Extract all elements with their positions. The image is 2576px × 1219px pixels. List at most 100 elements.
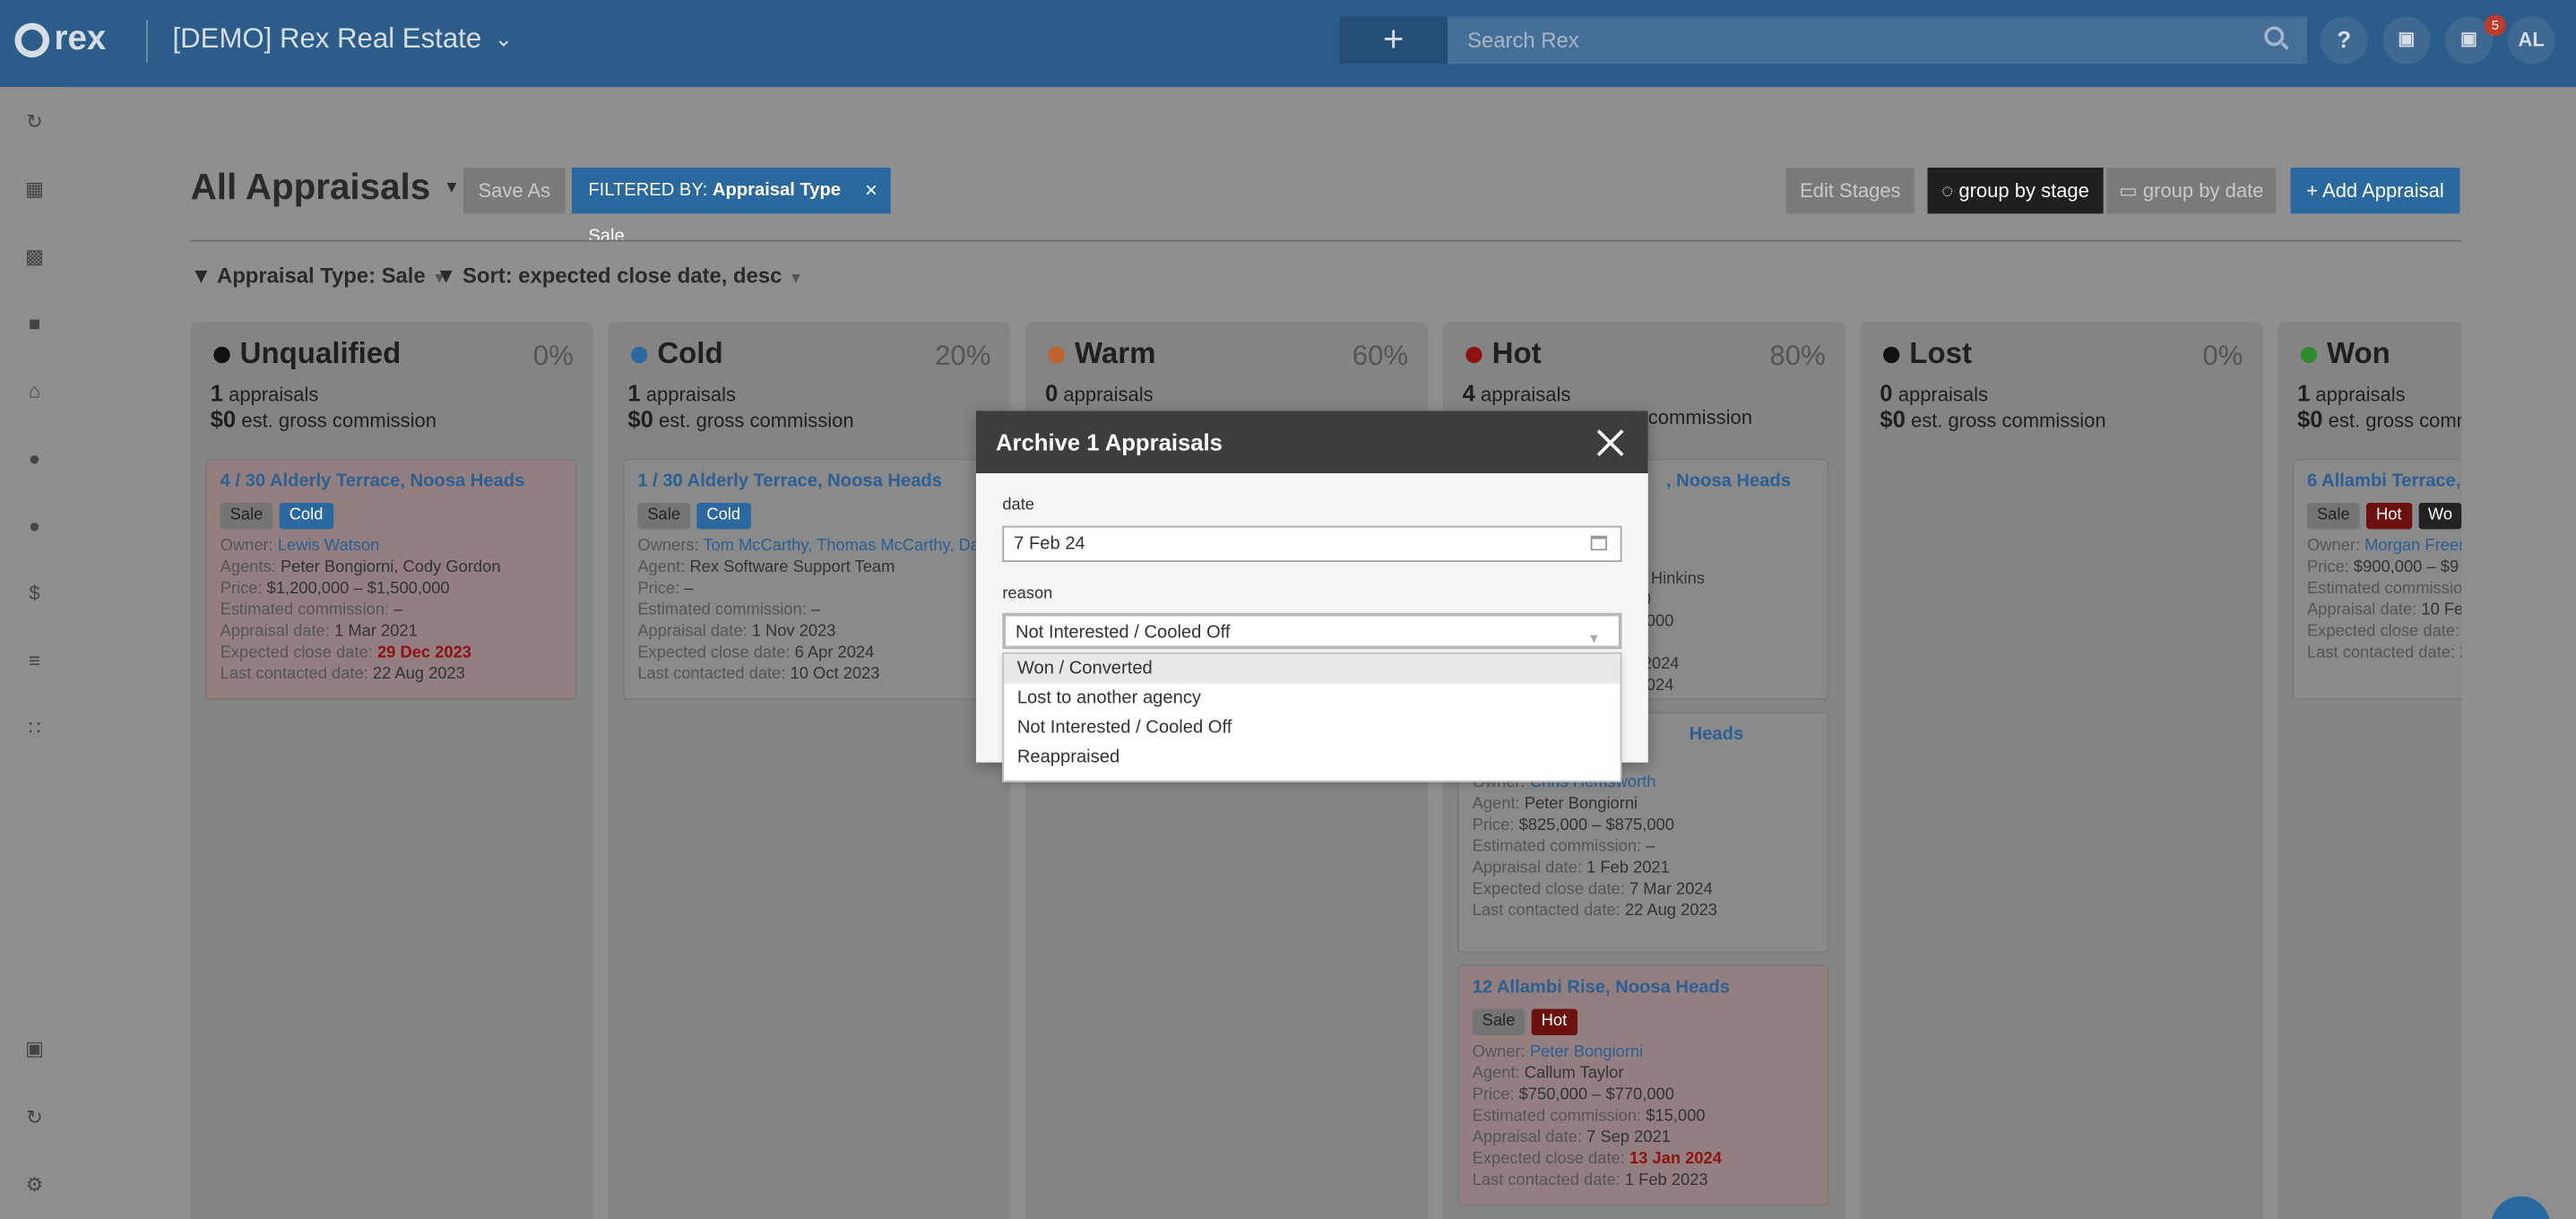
contact-date-value: 22 Aug 2023 [1624, 902, 1717, 921]
close-date-value: 29 Dec 2023 [376, 644, 471, 662]
close-date-value: 7 Mar 2024 [1629, 880, 1713, 899]
close-date-value: 6 Apr 2024 [794, 644, 875, 662]
date-field[interactable]: 7 Feb 24 [1002, 525, 1622, 562]
modal-title: Archive 1 Appraisals [995, 428, 1223, 455]
stage-dot [1465, 345, 1482, 363]
dollar-icon[interactable]: $ [23, 582, 47, 605]
save-as-button[interactable]: Save As [462, 167, 566, 214]
appraisal-date-value: 1 Feb 2021 [1586, 859, 1670, 878]
price-value: – [684, 580, 694, 599]
owner-link[interactable]: Lewis Watson [278, 537, 379, 555]
date-value: 7 Feb 24 [1014, 533, 1085, 554]
avatar[interactable]: AL [2507, 16, 2555, 65]
close-date-label: Expected close date: [1472, 1150, 1625, 1169]
chart-icon[interactable]: ▩ [23, 245, 47, 268]
appraisal-card[interactable]: 4 / 30 Alderly Terrace, Noosa Heads Sale… [205, 458, 577, 700]
edit-stages-button[interactable]: Edit Stages [1785, 167, 1915, 214]
column-count: 1 appraisals [627, 379, 736, 405]
owner-link[interactable]: Tom McCarthy, Thomas McCarthy, Da... [703, 537, 979, 555]
appraisal-card[interactable]: 12 Allambi Rise, Noosa Heads Sale Hot Own… [1457, 964, 1829, 1206]
notification-badge: 5 [2484, 14, 2506, 37]
card-address[interactable]: 4 / 30 Alderly Terrace, Noosa Heads [220, 471, 562, 493]
close-icon[interactable]: × [865, 168, 877, 213]
card-address[interactable]: 1 / 30 Alderly Terrace, Noosa Heads [637, 471, 979, 493]
column-title: Lost [1909, 336, 1972, 370]
close-icon[interactable] [1595, 428, 1625, 457]
calendar-icon[interactable]: ▦ [23, 177, 47, 201]
refresh-icon[interactable]: ↻ [23, 110, 47, 134]
contact-date-value: 10 Oct 2023 [790, 665, 880, 684]
filter-appraisal-type[interactable]: ▼ Appraisal Type: Sale ▼ [191, 263, 447, 287]
owner-link[interactable]: Peter Bongiorni [1530, 1043, 1643, 1061]
card-address[interactable]: 12 Allambi Rise, Noosa Heads [1473, 978, 1814, 999]
appraisal-date-label: Appraisal date: [1472, 1128, 1582, 1147]
filter-chip[interactable]: FILTERED BY: Appraisal Type Sale × [571, 167, 891, 246]
commission-label: est. gross commi [2328, 409, 2462, 433]
agents-label: Agents: [220, 558, 276, 577]
group-by-date-button[interactable]: ▭ group by date [2106, 167, 2277, 214]
calendar-icon[interactable] [1590, 535, 1607, 551]
list-icon[interactable]: ≡ [23, 649, 47, 672]
contact-date-label: Last contacted date: [637, 665, 786, 684]
contact-date-value: 2 [2459, 644, 2461, 662]
column-header: Won [2300, 337, 2390, 371]
gift-icon[interactable]: ▣ [2382, 16, 2431, 65]
option-not-interested[interactable]: Not Interested / Cooled Off [1004, 713, 1620, 743]
top-bar: rex [DEMO] Rex Real Estate⌄ + ? ▣ ▣ 5 AL [0, 0, 2576, 88]
option-lost-to-agency[interactable]: Lost to another agency [1004, 684, 1620, 713]
apps-icon[interactable]: ∷ [23, 716, 47, 739]
option-won-converted[interactable]: Won / Converted [1004, 653, 1621, 684]
appraisal-card[interactable]: 1 / 30 Alderly Terrace, Noosa Heads Sale… [622, 458, 995, 700]
commission-value: – [1646, 837, 1655, 857]
help-icon[interactable]: ? [2320, 16, 2368, 65]
filter-value: Sale [588, 226, 625, 246]
settings-gear-icon[interactable]: ⚙ [23, 1173, 47, 1197]
search-icon[interactable] [2264, 26, 2285, 47]
commission-value: $0 [2296, 405, 2323, 433]
appraisal-card[interactable]: 6 Allambi Terrace, Sale Hot Wo Owner: Morg… [2292, 458, 2462, 700]
contact-date-label: Last contacted date: [220, 665, 368, 684]
search-input[interactable] [1448, 16, 2307, 65]
caret-down-icon: ▼ [788, 269, 804, 286]
column-percent: 0% [2202, 340, 2243, 372]
price-value: $900,000 – $9 [2353, 558, 2459, 577]
commission-value: – [810, 601, 821, 620]
page-title[interactable]: All Appraisals ▼ [191, 166, 460, 209]
column-percent: 80% [1769, 340, 1826, 372]
group-by-stage-button[interactable]: ◌ group by stage [1927, 167, 2104, 214]
caret-down-icon: ▼ [443, 177, 460, 197]
tag-hot: Hot [2365, 502, 2412, 530]
quick-add-button[interactable]: + [1339, 16, 1448, 65]
signpost-icon[interactable]: ■ [23, 312, 47, 335]
column-count: 0 appraisals [1045, 379, 1154, 405]
column-header: Hot [1465, 337, 1542, 371]
owner-label: Owners: [637, 537, 699, 556]
users-icon[interactable]: ● [23, 514, 47, 538]
history-icon[interactable]: ↻ [23, 1106, 47, 1129]
agents-value: Peter Bongiorni [1524, 795, 1638, 814]
sort-dropdown[interactable]: ▼ Sort: expected close date, desc ▼ [436, 263, 803, 287]
account-switcher[interactable]: [DEMO] Rex Real Estate ⌄ [172, 23, 512, 56]
search-bar[interactable] [1448, 16, 2307, 65]
contact-icon[interactable]: ● [23, 447, 47, 471]
date-label: date [1002, 496, 1035, 514]
left-nav: ↻ ▦ ▩ ■ ⌂ ● ● $ ≡ ∷ ▣ ↻ ⚙ [0, 87, 69, 1219]
reason-select[interactable]: Not Interested / Cooled Off ▼ [1002, 612, 1622, 650]
add-appraisal-button[interactable]: + Add Appraisal [2290, 167, 2460, 214]
home-icon[interactable]: ⌂ [23, 379, 47, 402]
rex-logo[interactable]: rex [14, 20, 106, 59]
commission-label: est. gross commission [241, 409, 437, 433]
close-date-label: Expected close date: [2306, 622, 2460, 641]
price-label: Price: [2306, 558, 2349, 577]
appraisal-date-value: 1 Mar 2021 [334, 622, 418, 641]
search-contact-icon[interactable]: ▣ [23, 1037, 47, 1060]
count-label: appraisals [645, 383, 737, 406]
option-reappraised[interactable]: Reappraised [1004, 743, 1620, 773]
commission-label: est. gross commission [659, 409, 854, 433]
owner-link[interactable]: Morgan Freem [2364, 537, 2461, 555]
chevron-down-icon: ⌄ [494, 26, 513, 51]
card-address[interactable]: 6 Allambi Terrace, [2307, 471, 2461, 493]
column-unqualified: Unqualified 0% 1 appraisals $0 est. gros… [190, 322, 593, 1219]
owner-label: Owner: [1472, 1043, 1526, 1062]
filter-field: Appraisal Type [712, 180, 842, 201]
